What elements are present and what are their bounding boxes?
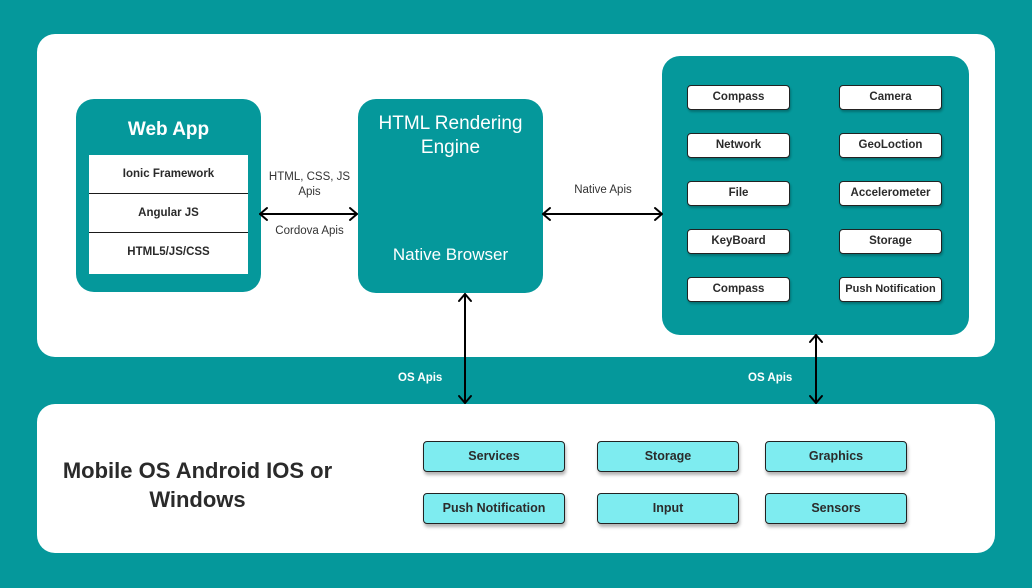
- mobile-os-title: Mobile OS Android IOS or Windows: [62, 458, 333, 512]
- os-component-push-notification: Push Notification: [423, 493, 565, 524]
- arrow-native-os: [809, 334, 823, 404]
- os-component-sensors: Sensors: [765, 493, 907, 524]
- os-component-services: Services: [423, 441, 565, 472]
- arrow-webapp-engine: [259, 207, 358, 221]
- arrow-engine-native: [542, 207, 663, 221]
- os-component-graphics: Graphics: [765, 441, 907, 472]
- arrow-engine-os: [458, 293, 472, 404]
- os-component-storage: Storage: [597, 441, 739, 472]
- os-component-input: Input: [597, 493, 739, 524]
